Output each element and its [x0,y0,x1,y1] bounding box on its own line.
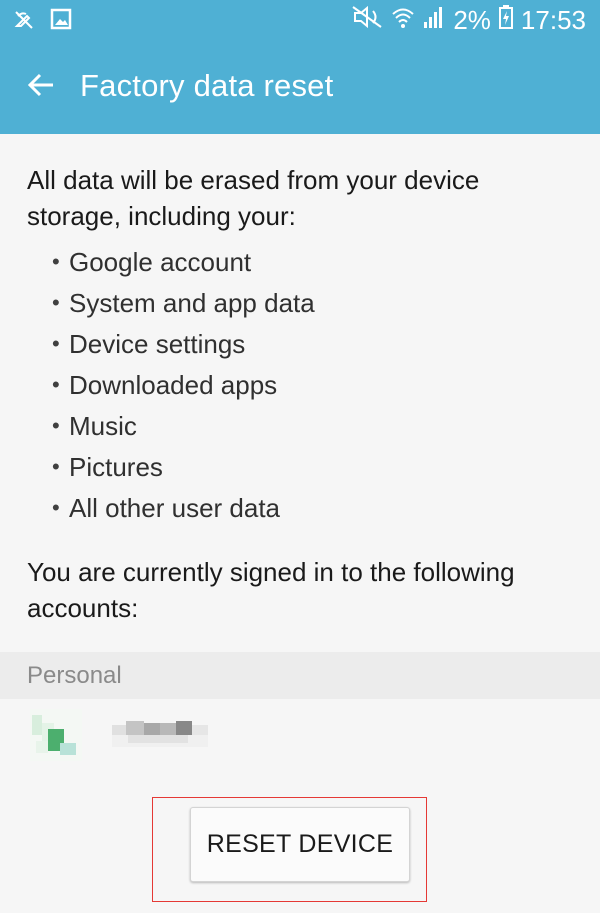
list-item: • All other user data [52,490,315,531]
intro-text: All data will be erased from your device… [27,165,480,231]
page-title: Factory data reset [80,68,334,103]
bullet: • [52,290,60,315]
bullet: • [52,249,60,274]
list-item-label: Google account [69,247,252,277]
status-left [12,8,72,37]
status-right: 2% 17:53 [351,5,586,36]
clock: 17:53 [520,5,586,35]
signed-in-text: You are currently signed in to the follo… [27,557,515,623]
bullet: • [52,454,60,479]
bullet: • [52,413,60,438]
battery-level: 2% [453,5,491,35]
bullet: • [52,495,60,520]
bullet: • [52,331,60,356]
list-item-label: Downloaded apps [69,370,278,400]
back-arrow-icon [26,70,56,105]
list-item: • Google account [52,244,315,285]
image-icon [50,8,72,37]
app-bar: Factory data reset [0,40,600,134]
account-name-blurred [112,721,212,749]
mute-icon [351,5,383,36]
reset-device-button[interactable]: RESET DEVICE [190,807,410,882]
bullet: • [52,372,60,397]
list-item: • Device settings [52,326,315,367]
back-button[interactable] [20,66,62,108]
erase-list: • Google account • System and app data • De… [52,244,315,531]
list-item: • Music [52,408,315,449]
list-item: • Pictures [52,449,315,490]
list-item-label: Music [69,411,137,441]
list-item-label: System and app data [69,288,315,318]
account-row[interactable] [0,699,600,777]
wifi-icon [391,5,415,36]
status-bar: 2% 17:53 [0,0,600,40]
list-item-label: All other user data [69,493,281,523]
section-header-personal: Personal [0,652,600,699]
list-item-label: Device settings [69,329,246,359]
list-item: • System and app data [52,285,315,326]
list-item: • Downloaded apps [52,367,315,408]
battery-charging-icon [498,5,513,36]
account-avatar-icon [30,709,82,761]
notification-off-icon [12,8,36,37]
list-item-label: Pictures [69,452,163,482]
signal-icon [423,5,445,36]
